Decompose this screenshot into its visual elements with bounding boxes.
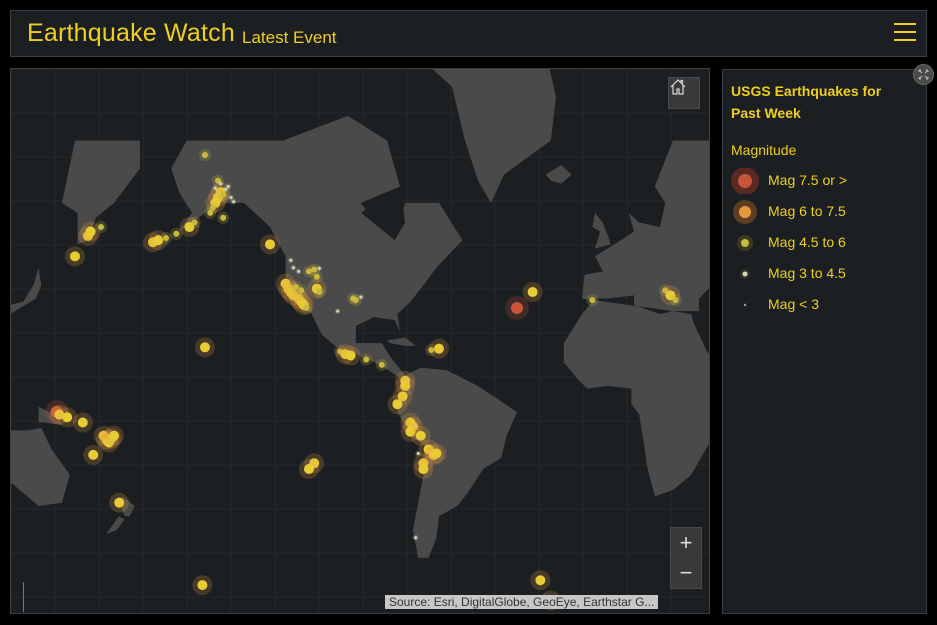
earthquake-point (317, 266, 321, 270)
land-nz-south (106, 516, 125, 535)
earthquake-point (226, 184, 230, 188)
legend-item: Mag 3 to 4.5 (731, 261, 921, 287)
magnitude-symbol-icon (737, 235, 753, 251)
earthquake-point (220, 191, 227, 198)
magnitude-symbol-icon (742, 302, 748, 308)
earthquake-point (289, 258, 293, 262)
earthquake-point (202, 151, 208, 158)
earthquake-point (114, 497, 125, 508)
earthquake-point (345, 350, 356, 361)
earthquake-point (88, 449, 99, 460)
earthquake-point (434, 343, 444, 354)
land-australia (11, 427, 70, 506)
app-header: Earthquake Watch Latest Event (10, 10, 927, 57)
earthquake-point (232, 200, 236, 204)
land-greenland (432, 69, 556, 203)
home-button[interactable] (668, 77, 700, 109)
earthquake-point (352, 297, 359, 304)
earthquake-point (363, 356, 370, 363)
earthquake-point (77, 417, 88, 428)
earthquake-point (336, 309, 340, 313)
earthquake-point (672, 297, 679, 304)
scale-bar (23, 582, 24, 612)
earthquake-point (109, 430, 119, 441)
earthquake-point (535, 575, 546, 586)
earthquake-point (416, 451, 420, 455)
map-attribution[interactable]: Source: Esri, DigitalGlobe, GeoEye, Eart… (385, 595, 659, 609)
earthquake-point (304, 464, 314, 475)
earthquake-point (200, 342, 210, 353)
earthquake-point (589, 297, 596, 304)
legend-item-label: Mag 4.5 to 6 (768, 234, 846, 250)
earthquake-point (220, 214, 227, 221)
earthquake-point (229, 196, 233, 200)
legend-item-label: Mag 6 to 7.5 (768, 203, 846, 219)
expand-icon (918, 69, 929, 80)
land-north-america (171, 115, 463, 379)
magnitude-symbol-icon (740, 269, 750, 279)
zoom-in-button[interactable]: + (671, 528, 701, 558)
legend-item: Mag 6 to 7.5 (731, 199, 921, 225)
hamburger-menu-icon[interactable] (894, 23, 916, 43)
home-icon (670, 79, 686, 95)
earthquake-point (297, 269, 301, 273)
earthquake-point (291, 266, 295, 270)
legend-item-label: Mag < 3 (768, 296, 819, 312)
magnitude-symbol-icon (733, 200, 757, 224)
latest-event-link[interactable]: Latest Event (242, 28, 337, 48)
earthquake-point (415, 430, 426, 441)
earthquake-point (298, 287, 305, 294)
earthquake-point (219, 182, 223, 186)
earthquake-point (527, 287, 538, 298)
expand-panel-button[interactable] (913, 64, 934, 85)
earthquake-point (173, 230, 180, 237)
zoom-control: + − (670, 527, 702, 589)
earthquake-point (392, 399, 403, 410)
legend-title: USGS Earthquakes for Past Week (731, 83, 882, 121)
earthquake-point (98, 224, 104, 231)
earthquake-point (303, 305, 310, 312)
map-canvas[interactable] (11, 69, 710, 614)
app-title: Earthquake Watch (27, 19, 235, 47)
zoom-out-button[interactable]: − (671, 558, 701, 588)
legend-item-label: Mag 7.5 or > (768, 172, 847, 188)
map-view[interactable]: + − Source: Esri, DigitalGlobe, GeoEye, … (10, 68, 710, 614)
basemap-land (11, 69, 709, 558)
earthquake-point (85, 226, 96, 237)
earthquake-point (378, 361, 385, 368)
earthquake-point (70, 251, 80, 262)
earthquake-point (207, 209, 214, 216)
earthquake-point (359, 295, 363, 299)
legend-item: Mag < 3 (731, 292, 921, 318)
earthquake-point (191, 219, 198, 226)
legend-panel: USGS Earthquakes for Past Week Magnitude… (722, 69, 927, 614)
earthquake-point (431, 448, 442, 459)
magnitude-symbol-icon (731, 168, 759, 194)
earthquake-point (316, 289, 323, 296)
earthquake-point (511, 302, 523, 315)
earthquake-point (418, 464, 429, 475)
earthquake-point (163, 235, 169, 242)
legend-field-label: Magnitude (731, 142, 797, 158)
earthquake-point (197, 580, 208, 591)
earthquake-point (213, 186, 217, 190)
legend-item: Mag 4.5 to 6 (731, 230, 921, 256)
earthquake-point (265, 239, 275, 250)
legend-item: Mag 7.5 or > (731, 168, 921, 194)
earthquake-point (62, 412, 73, 423)
land-uk (592, 212, 611, 249)
land-eurasia-africa (563, 140, 709, 497)
land-iceland (545, 165, 572, 184)
earthquake-point (414, 536, 418, 540)
legend-item-label: Mag 3 to 4.5 (768, 265, 846, 281)
land-japan (11, 267, 42, 314)
land-caribbean-cuba (387, 337, 416, 346)
